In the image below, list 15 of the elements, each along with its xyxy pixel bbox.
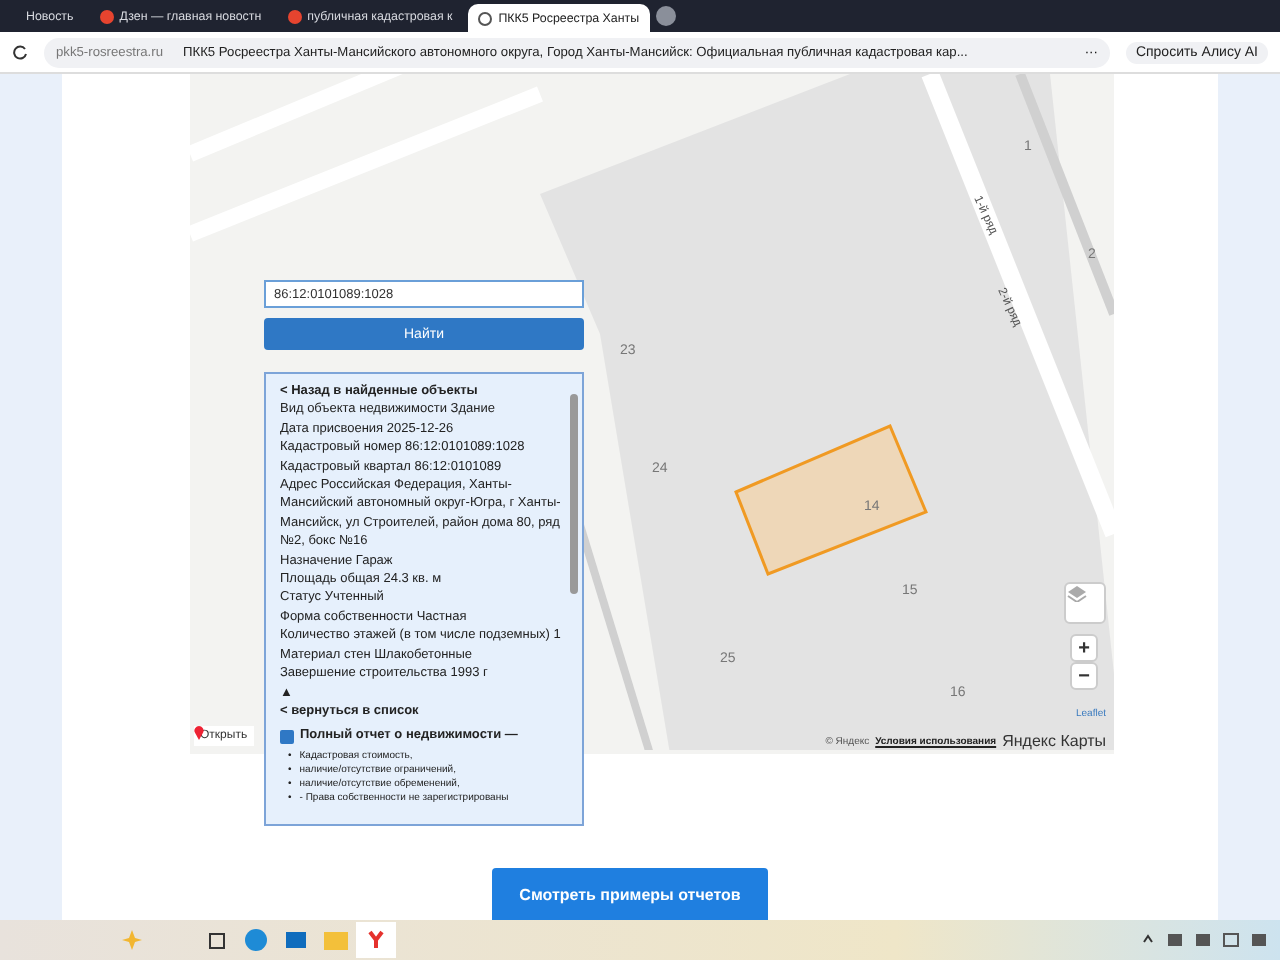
new-tab-icon[interactable] [655,6,676,26]
reload-icon[interactable] [12,44,28,60]
examples-button[interactable]: Смотреть примеры отчетов [491,868,769,920]
zoom-out-button[interactable]: − [1070,662,1098,690]
pin-icon [194,726,204,740]
yandex-browser-icon[interactable] [356,922,396,958]
report-checkbox[interactable] [280,729,294,744]
site-icon [99,9,114,23]
site-icon [287,9,302,23]
layers-button[interactable] [1064,582,1106,624]
scrollbar[interactable] [570,394,578,594]
zoom-in-button[interactable]: + [1070,634,1098,662]
globe-icon [478,11,493,25]
map-brand-logo: Яндекс Карты [1002,732,1106,750]
layers-icon [1066,584,1088,602]
